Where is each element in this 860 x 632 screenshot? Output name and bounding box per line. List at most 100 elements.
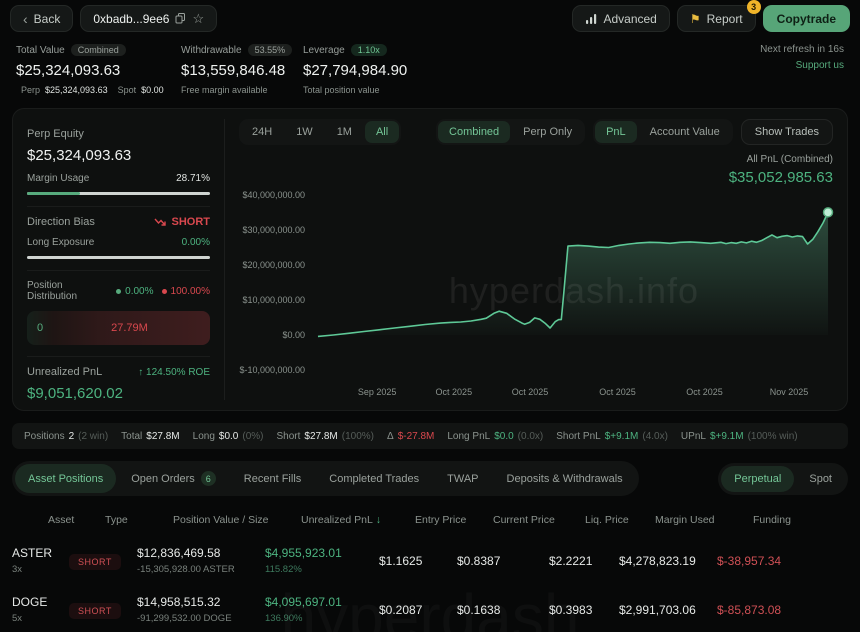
tab-twap[interactable]: TWAP <box>434 464 491 493</box>
tab-asset-positions[interactable]: Asset Positions <box>15 464 116 493</box>
bar-chart-icon <box>585 13 597 25</box>
toggle-perpetual[interactable]: Perpetual <box>721 466 794 492</box>
pnl-headline-label: All PnL (Combined) <box>239 154 833 165</box>
report-button[interactable]: ⚑ Report 3 <box>677 5 756 32</box>
withdrawable-stat: Withdrawable 53.55% $13,559,846.48 Free … <box>181 44 281 95</box>
margin-usage-label: Margin Usage <box>27 173 89 184</box>
summary-extra: (2 win) <box>78 431 108 442</box>
chart-controls: 24H1W1MAll CombinedPerp Only PnLAccount … <box>239 119 833 145</box>
tab-label: Open Orders <box>131 473 195 485</box>
y-axis: $40,000,000.00$30,000,000.00$20,000,000.… <box>239 195 315 400</box>
back-button[interactable]: ‹ Back <box>10 5 73 32</box>
tab-completed-trades[interactable]: Completed Trades <box>316 464 432 493</box>
address-pill[interactable]: 0xbadb...9ee6 ☆ <box>80 5 217 32</box>
tab-recent-fills[interactable]: Recent Fills <box>231 464 314 493</box>
side-badge: SHORT <box>69 554 121 570</box>
tabs-row: Asset Positions Open Orders 6 Recent Fills C… <box>12 461 848 496</box>
col-unrealized-pnl[interactable]: Unrealized PnL↓ <box>301 514 415 526</box>
position-distribution-section: Position Distribution 0.00% 100.00% 0 27… <box>27 271 210 357</box>
refresh-column: Next refresh in 16s Support us <box>760 44 844 95</box>
toggle-spot[interactable]: Spot <box>796 466 845 492</box>
col-position-value: Position Value / Size <box>173 514 301 526</box>
summary-value: $27.8M <box>146 431 179 442</box>
summary-label: Short <box>276 431 300 442</box>
long-exposure-value: 0.00% <box>182 237 210 248</box>
asset-name: DOGE <box>12 595 69 609</box>
position-distribution-label: Position Distribution <box>27 280 108 302</box>
tab-label: Asset Positions <box>28 473 103 485</box>
asset-name: ASTER <box>12 546 69 560</box>
market-toggle: PerpetualSpot <box>718 463 848 495</box>
distribution-short-value: 27.79M <box>111 322 148 334</box>
advanced-button[interactable]: Advanced <box>572 5 669 32</box>
report-label: Report <box>707 12 743 26</box>
unrealized-pnl: $4,095,697.01 <box>265 595 379 609</box>
position-size: -15,305,928.00 ASTER <box>137 564 265 575</box>
metric-tab-pnl[interactable]: PnL <box>595 121 637 143</box>
unrealized-pnl-label: Unrealized PnL <box>27 366 102 378</box>
show-trades-button[interactable]: Show Trades <box>741 119 833 145</box>
position-value: $14,958,515.32 <box>137 595 265 609</box>
col-funding: Funding <box>753 514 848 526</box>
entry-price: $1.1625 <box>379 554 457 568</box>
time-range-tabs: 24H1W1MAll <box>239 119 401 145</box>
summary-value: $+9.1M <box>710 431 744 442</box>
summary-item: Positions2(2 win) <box>24 431 108 442</box>
unrealized-pnl-pct: 115.82% <box>265 564 379 575</box>
chart-plot[interactable]: hyperdash.info Sep 2025Oct 2025Oct 2025O… <box>315 195 833 400</box>
table-header-row: Asset Type Position Value / Size Unreali… <box>12 504 848 536</box>
metric-tab-account-value[interactable]: Account Value <box>639 121 731 143</box>
tab-open-orders[interactable]: Open Orders 6 <box>118 464 229 493</box>
page: ‹ Back 0xbadb...9ee6 ☆ Advanced ⚑ Report <box>0 0 860 632</box>
margin-used: $4,278,823.19 <box>619 554 717 568</box>
summary-value: $-27.8M <box>398 431 435 442</box>
x-tick: Oct 2025 <box>436 387 473 397</box>
open-orders-count-badge: 6 <box>201 471 216 486</box>
current-price: $0.1638 <box>457 603 549 617</box>
entry-price: $0.2087 <box>379 603 457 617</box>
range-tab-1w[interactable]: 1W <box>285 121 324 143</box>
range-tab-1m[interactable]: 1M <box>326 121 363 143</box>
position-distribution-bar: 0 27.79M <box>27 311 210 345</box>
copy-icon[interactable] <box>175 13 186 24</box>
scope-tabs: CombinedPerp Only <box>436 119 585 145</box>
back-chevron-icon: ‹ <box>23 12 28 26</box>
y-tick: $40,000,000.00 <box>242 190 305 200</box>
col-entry-price: Entry Price <box>415 514 493 526</box>
unrealized-pnl-pct: 136.90% <box>265 613 379 624</box>
table-row[interactable]: ASTER 3x SHORT $12,836,469.58 -15,305,92… <box>12 536 848 585</box>
summary-extra: (4.0x) <box>642 431 668 442</box>
favorite-star-icon[interactable]: ☆ <box>192 11 204 27</box>
col-type: Type <box>105 514 173 526</box>
summary-item: Short PnL$+9.1M(4.0x) <box>556 431 668 442</box>
wallet-address: 0xbadb...9ee6 <box>93 12 169 26</box>
summary-item: Long PnL$0.0(0.0x) <box>447 431 543 442</box>
table-row[interactable]: DOGE 5x SHORT $14,958,515.32 -91,299,532… <box>12 585 848 632</box>
perp-equity-label: Perp Equity <box>27 128 210 140</box>
positions-table: Asset Type Position Value / Size Unreali… <box>12 504 848 632</box>
y-tick: $20,000,000.00 <box>242 260 305 270</box>
leverage-stat: Leverage 1.10x $27,794,984.90 Total posi… <box>303 44 407 95</box>
pnl-headline: All PnL (Combined) $35,052,985.63 <box>239 154 833 186</box>
col-margin-used: Margin Used <box>655 514 753 526</box>
short-legend-dot-icon <box>162 289 167 294</box>
scope-tab-combined[interactable]: Combined <box>438 121 510 143</box>
sort-desc-icon: ↓ <box>376 514 381 526</box>
roe-value: ↑ 124.50% ROE <box>138 367 210 378</box>
summary-item: Total$27.8M <box>121 431 179 442</box>
summary-label: Long <box>193 431 215 442</box>
scope-tab-perp-only[interactable]: Perp Only <box>512 121 583 143</box>
withdrawable-label: Withdrawable <box>181 45 242 56</box>
funding: $-85,873.08 <box>717 603 848 617</box>
copytrade-button[interactable]: Copytrade <box>763 5 850 32</box>
support-us-link[interactable]: Support us <box>760 60 844 71</box>
leverage-label: Leverage <box>303 45 345 56</box>
range-tab-all[interactable]: All <box>365 121 399 143</box>
x-axis: Sep 2025Oct 2025Oct 2025Oct 2025Oct 2025… <box>315 387 833 401</box>
tab-label: Recent Fills <box>244 473 301 485</box>
x-tick: Nov 2025 <box>770 387 809 397</box>
margin-usage-bar-fill <box>27 192 80 195</box>
range-tab-24h[interactable]: 24H <box>241 121 283 143</box>
spot-label: Spot <box>118 85 137 95</box>
tab-deposits-withdrawals[interactable]: Deposits & Withdrawals <box>494 464 636 493</box>
